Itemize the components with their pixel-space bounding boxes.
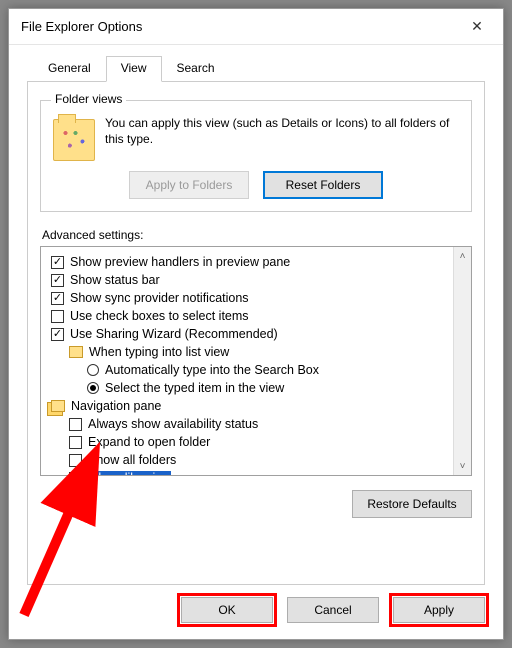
radio-icon[interactable] bbox=[87, 382, 99, 394]
folder-views-group: Folder views You can apply this view (su… bbox=[40, 100, 472, 212]
checkbox-icon[interactable] bbox=[51, 328, 64, 341]
checkbox-icon[interactable] bbox=[69, 454, 82, 467]
apply-button[interactable]: Apply bbox=[393, 597, 485, 623]
list-item[interactable]: Always show availability status bbox=[51, 415, 449, 433]
title-bar: File Explorer Options ✕ bbox=[9, 9, 503, 45]
checkbox-icon[interactable] bbox=[51, 292, 64, 305]
folder-views-legend: Folder views bbox=[51, 92, 126, 106]
tab-view[interactable]: View bbox=[106, 56, 162, 82]
list-item[interactable]: Use Sharing Wizard (Recommended) bbox=[51, 325, 449, 343]
list-item[interactable]: Show status bar bbox=[51, 271, 449, 289]
cancel-button[interactable]: Cancel bbox=[287, 597, 379, 623]
checkbox-icon[interactable] bbox=[69, 472, 82, 476]
checkbox-icon[interactable] bbox=[51, 256, 64, 269]
scrollbar[interactable]: ˄ ˅ bbox=[453, 247, 471, 475]
list-item[interactable]: Use check boxes to select items bbox=[51, 307, 449, 325]
folder-icon bbox=[53, 119, 95, 161]
chevron-up-icon[interactable]: ˄ bbox=[454, 247, 471, 265]
apply-to-folders-button: Apply to Folders bbox=[129, 171, 249, 199]
radio-icon[interactable] bbox=[87, 364, 99, 376]
window-title: File Explorer Options bbox=[21, 19, 142, 34]
list-item[interactable]: Show sync provider notifications bbox=[51, 289, 449, 307]
window-frame: File Explorer Options ✕ General View Sea… bbox=[8, 8, 504, 640]
folder-views-desc: You can apply this view (such as Details… bbox=[105, 115, 459, 161]
advanced-settings-label: Advanced settings: bbox=[42, 228, 470, 242]
list-item-group: Navigation pane bbox=[51, 397, 449, 415]
folder-stack-icon bbox=[51, 400, 65, 412]
list-item-group: When typing into list view bbox=[51, 343, 449, 361]
list-item[interactable]: Automatically type into the Search Box bbox=[51, 361, 449, 379]
checkbox-icon[interactable] bbox=[51, 310, 64, 323]
tab-general[interactable]: General bbox=[33, 56, 106, 82]
tabpanel-view: Folder views You can apply this view (su… bbox=[27, 81, 485, 585]
list-item[interactable]: Show preview handlers in preview pane bbox=[51, 253, 449, 271]
chevron-down-icon[interactable]: ˅ bbox=[454, 457, 471, 475]
ok-button[interactable]: OK bbox=[181, 597, 273, 623]
checkbox-icon[interactable] bbox=[69, 436, 82, 449]
checkbox-icon[interactable] bbox=[51, 274, 64, 287]
folder-icon bbox=[69, 346, 83, 358]
checkbox-icon[interactable] bbox=[69, 418, 82, 431]
reset-folders-button[interactable]: Reset Folders bbox=[263, 171, 383, 199]
tab-strip: General View Search bbox=[9, 45, 503, 81]
list-item[interactable]: Expand to open folder bbox=[51, 433, 449, 451]
list-item[interactable]: Show all folders bbox=[51, 451, 449, 469]
close-icon[interactable]: ✕ bbox=[455, 12, 499, 42]
list-item[interactable]: Select the typed item in the view bbox=[51, 379, 449, 397]
list-item-selected[interactable]: Show libraries bbox=[51, 469, 449, 475]
tab-search[interactable]: Search bbox=[162, 56, 230, 82]
dialog-buttons: OK Cancel Apply bbox=[9, 585, 503, 639]
advanced-settings-list: Show preview handlers in preview pane Sh… bbox=[40, 246, 472, 476]
restore-defaults-button[interactable]: Restore Defaults bbox=[352, 490, 472, 518]
